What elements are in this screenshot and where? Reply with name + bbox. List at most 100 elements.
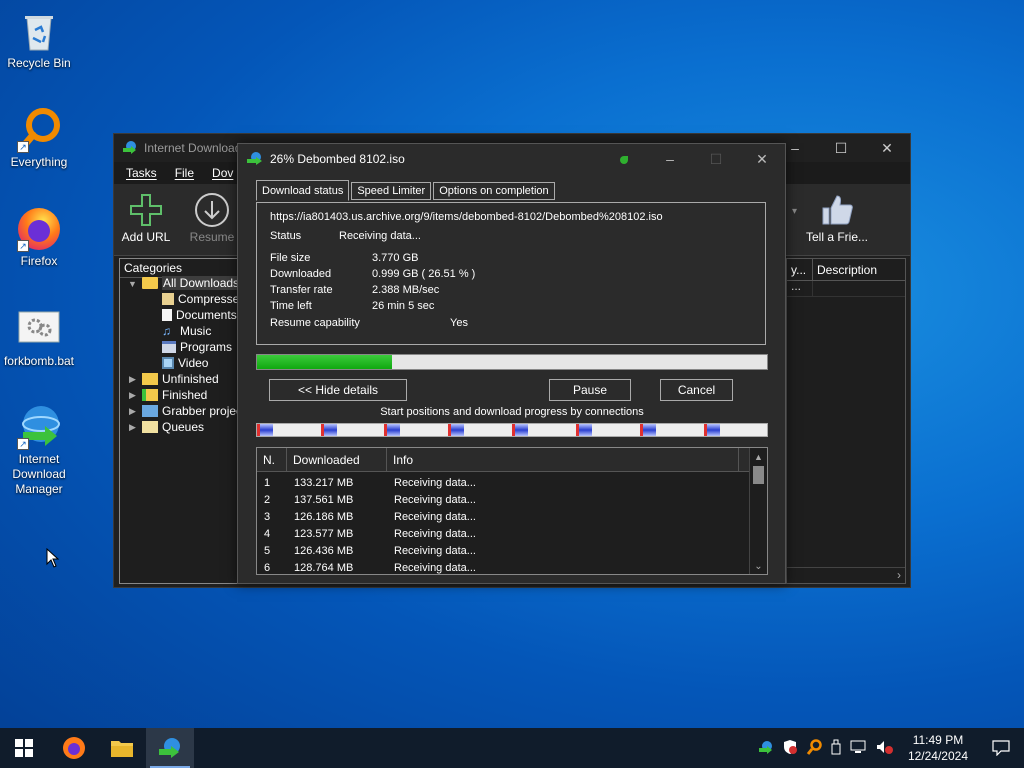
collapse-arrow-icon[interactable]: ▼ — [128, 279, 137, 289]
list-column-header[interactable]: y... — [787, 259, 813, 280]
tree-music[interactable]: ♫ Music — [162, 324, 211, 338]
cancel-button[interactable]: Cancel — [660, 379, 733, 401]
connection-segment — [640, 424, 656, 436]
taskbar-clock[interactable]: 11:49 PM 12/24/2024 — [908, 732, 968, 764]
pause-button[interactable]: Pause — [549, 379, 631, 401]
dialog-titlebar: 26% Debombed 8102.iso – ☐ ✕ — [238, 144, 785, 174]
toolbar-dropdown-arrow-icon[interactable]: ▾ — [792, 206, 797, 217]
folder-queues-icon — [142, 421, 158, 433]
connection-segment — [321, 424, 337, 436]
grabber-icon — [142, 405, 158, 417]
tree-grabber-projects[interactable]: Grabber projec — [142, 404, 238, 418]
scroll-right-icon[interactable]: › — [897, 568, 901, 582]
desktop-icon-label: Everything — [10, 155, 68, 169]
column-downloaded[interactable]: Downloaded — [287, 448, 387, 471]
expand-arrow-icon[interactable]: ▶ — [129, 422, 136, 433]
taskbar-idm[interactable] — [146, 728, 194, 768]
resume-button[interactable]: Resume — [182, 190, 242, 244]
taskbar-file-explorer[interactable] — [98, 728, 146, 768]
scroll-down-icon[interactable]: ⌄ — [750, 561, 767, 572]
table-row[interactable]: 3 126.186 MB Receiving data... — [257, 508, 767, 525]
windows-logo-icon — [15, 739, 33, 757]
tree-finished[interactable]: Finished — [142, 388, 207, 402]
table-row[interactable]: 5 126.436 MB Receiving data... — [257, 542, 767, 559]
downloads-list: y... Description ... › — [786, 258, 906, 584]
desktop-icon-idm[interactable]: ↗ Internet Download Manager — [0, 402, 78, 497]
tray-usb-device-icon[interactable] — [830, 739, 842, 758]
expand-arrow-icon[interactable]: ▶ — [129, 390, 136, 401]
action-center-notification-icon[interactable] — [978, 740, 1024, 756]
taskbar-firefox[interactable] — [50, 728, 98, 768]
expand-arrow-icon[interactable]: ▶ — [129, 406, 136, 417]
batch-file-icon — [15, 304, 63, 352]
file-size-value: 3.770 GB — [372, 252, 419, 264]
list-row[interactable]: ... — [787, 280, 905, 297]
main-close-button[interactable]: ✕ — [864, 134, 910, 162]
connections-table-header: N. Downloaded Info — [257, 448, 767, 472]
tree-unfinished[interactable]: Unfinished — [142, 372, 219, 386]
menu-file[interactable]: File — [175, 166, 194, 180]
connection-segment — [704, 424, 720, 436]
main-maximize-button[interactable]: ☐ — [818, 134, 864, 162]
video-film-icon — [162, 357, 174, 369]
time-left-value: 26 min 5 sec — [372, 300, 435, 312]
table-row[interactable]: 1 133.217 MB Receiving data... — [257, 474, 767, 491]
tree-programs[interactable]: Programs — [162, 340, 232, 354]
desktop-icon-forkbomb[interactable]: forkbomb.bat — [0, 304, 78, 368]
thumbs-up-icon — [802, 190, 872, 230]
desktop-icon-firefox[interactable]: ↗ Firefox — [0, 204, 78, 268]
firefox-icon: ↗ — [15, 204, 63, 252]
tab-speed-limiter[interactable]: Speed Limiter — [351, 182, 432, 200]
desktop-icon-label: forkbomb.bat — [3, 354, 75, 368]
table-row[interactable]: 4 123.577 MB Receiving data... — [257, 525, 767, 542]
taskbar: 11:49 PM 12/24/2024 — [0, 728, 1024, 768]
resume-capability-value: Yes — [450, 317, 468, 329]
idm-icon: ↗ — [15, 402, 63, 450]
transfer-rate-value: 2.388 MB/sec — [372, 284, 440, 296]
idm-dialog-icon — [246, 151, 264, 168]
idm-tray-indicator-icon — [620, 156, 628, 164]
tab-options-on-completion[interactable]: Options on completion — [433, 182, 555, 200]
column-info[interactable]: Info — [387, 448, 739, 471]
tray-everything-icon[interactable] — [806, 738, 822, 758]
menu-downloads[interactable]: Dov — [212, 166, 233, 180]
column-number[interactable]: N. — [257, 448, 287, 471]
tray-network-icon[interactable] — [850, 740, 868, 757]
tree-video[interactable]: Video — [162, 356, 208, 370]
shortcut-arrow-icon: ↗ — [17, 438, 29, 450]
list-column-description[interactable]: Description — [813, 259, 905, 280]
download-progress-dialog: 26% Debombed 8102.iso – ☐ ✕ Download sta… — [237, 143, 786, 584]
horizontal-scrollbar[interactable]: › — [787, 567, 905, 583]
tree-all-downloads[interactable]: All Downloads — [142, 276, 238, 290]
dialog-maximize-button[interactable]: ☐ — [693, 144, 739, 174]
tree-queues[interactable]: Queues — [142, 420, 204, 434]
tray-idm-icon[interactable] — [758, 740, 774, 757]
tell-a-friend-button[interactable]: Tell a Frie... — [802, 190, 872, 244]
dialog-tabs: Download status Speed Limiter Options on… — [256, 180, 557, 201]
firefox-icon — [63, 737, 85, 759]
table-row[interactable]: 6 128.764 MB Receiving data... — [257, 559, 767, 574]
tray-volume-muted-icon[interactable] — [876, 740, 894, 757]
table-row[interactable]: 2 137.561 MB Receiving data... — [257, 491, 767, 508]
desktop-icon-recycle-bin[interactable]: Recycle Bin — [0, 6, 78, 70]
tray-security-shield-icon[interactable] — [782, 739, 798, 758]
hide-details-button[interactable]: << Hide details — [269, 379, 407, 401]
menu-tasks[interactable]: Tasks — [126, 166, 157, 180]
scrollbar-thumb[interactable] — [753, 466, 764, 484]
vertical-scrollbar[interactable]: ▲ ⌄ — [749, 448, 767, 574]
expand-arrow-icon[interactable]: ▶ — [129, 374, 136, 385]
desktop-icon-everything[interactable]: ↗ Everything — [0, 105, 78, 169]
connections-table: N. Downloaded Info 1 133.217 MB Receivin… — [256, 447, 768, 575]
add-url-button[interactable]: Add URL — [116, 190, 176, 244]
scroll-up-icon[interactable]: ▲ — [750, 452, 767, 466]
tree-compressed[interactable]: Compresse — [162, 292, 238, 306]
document-icon — [162, 309, 172, 321]
folder-finished-icon — [142, 389, 158, 401]
start-button[interactable] — [0, 728, 48, 768]
download-arrow-icon — [182, 190, 242, 230]
tab-download-status[interactable]: Download status — [256, 180, 350, 201]
dialog-close-button[interactable]: ✕ — [739, 144, 785, 174]
dialog-minimize-button[interactable]: – — [647, 144, 693, 174]
idm-icon — [159, 738, 180, 758]
tree-documents[interactable]: Documents — [162, 308, 237, 322]
